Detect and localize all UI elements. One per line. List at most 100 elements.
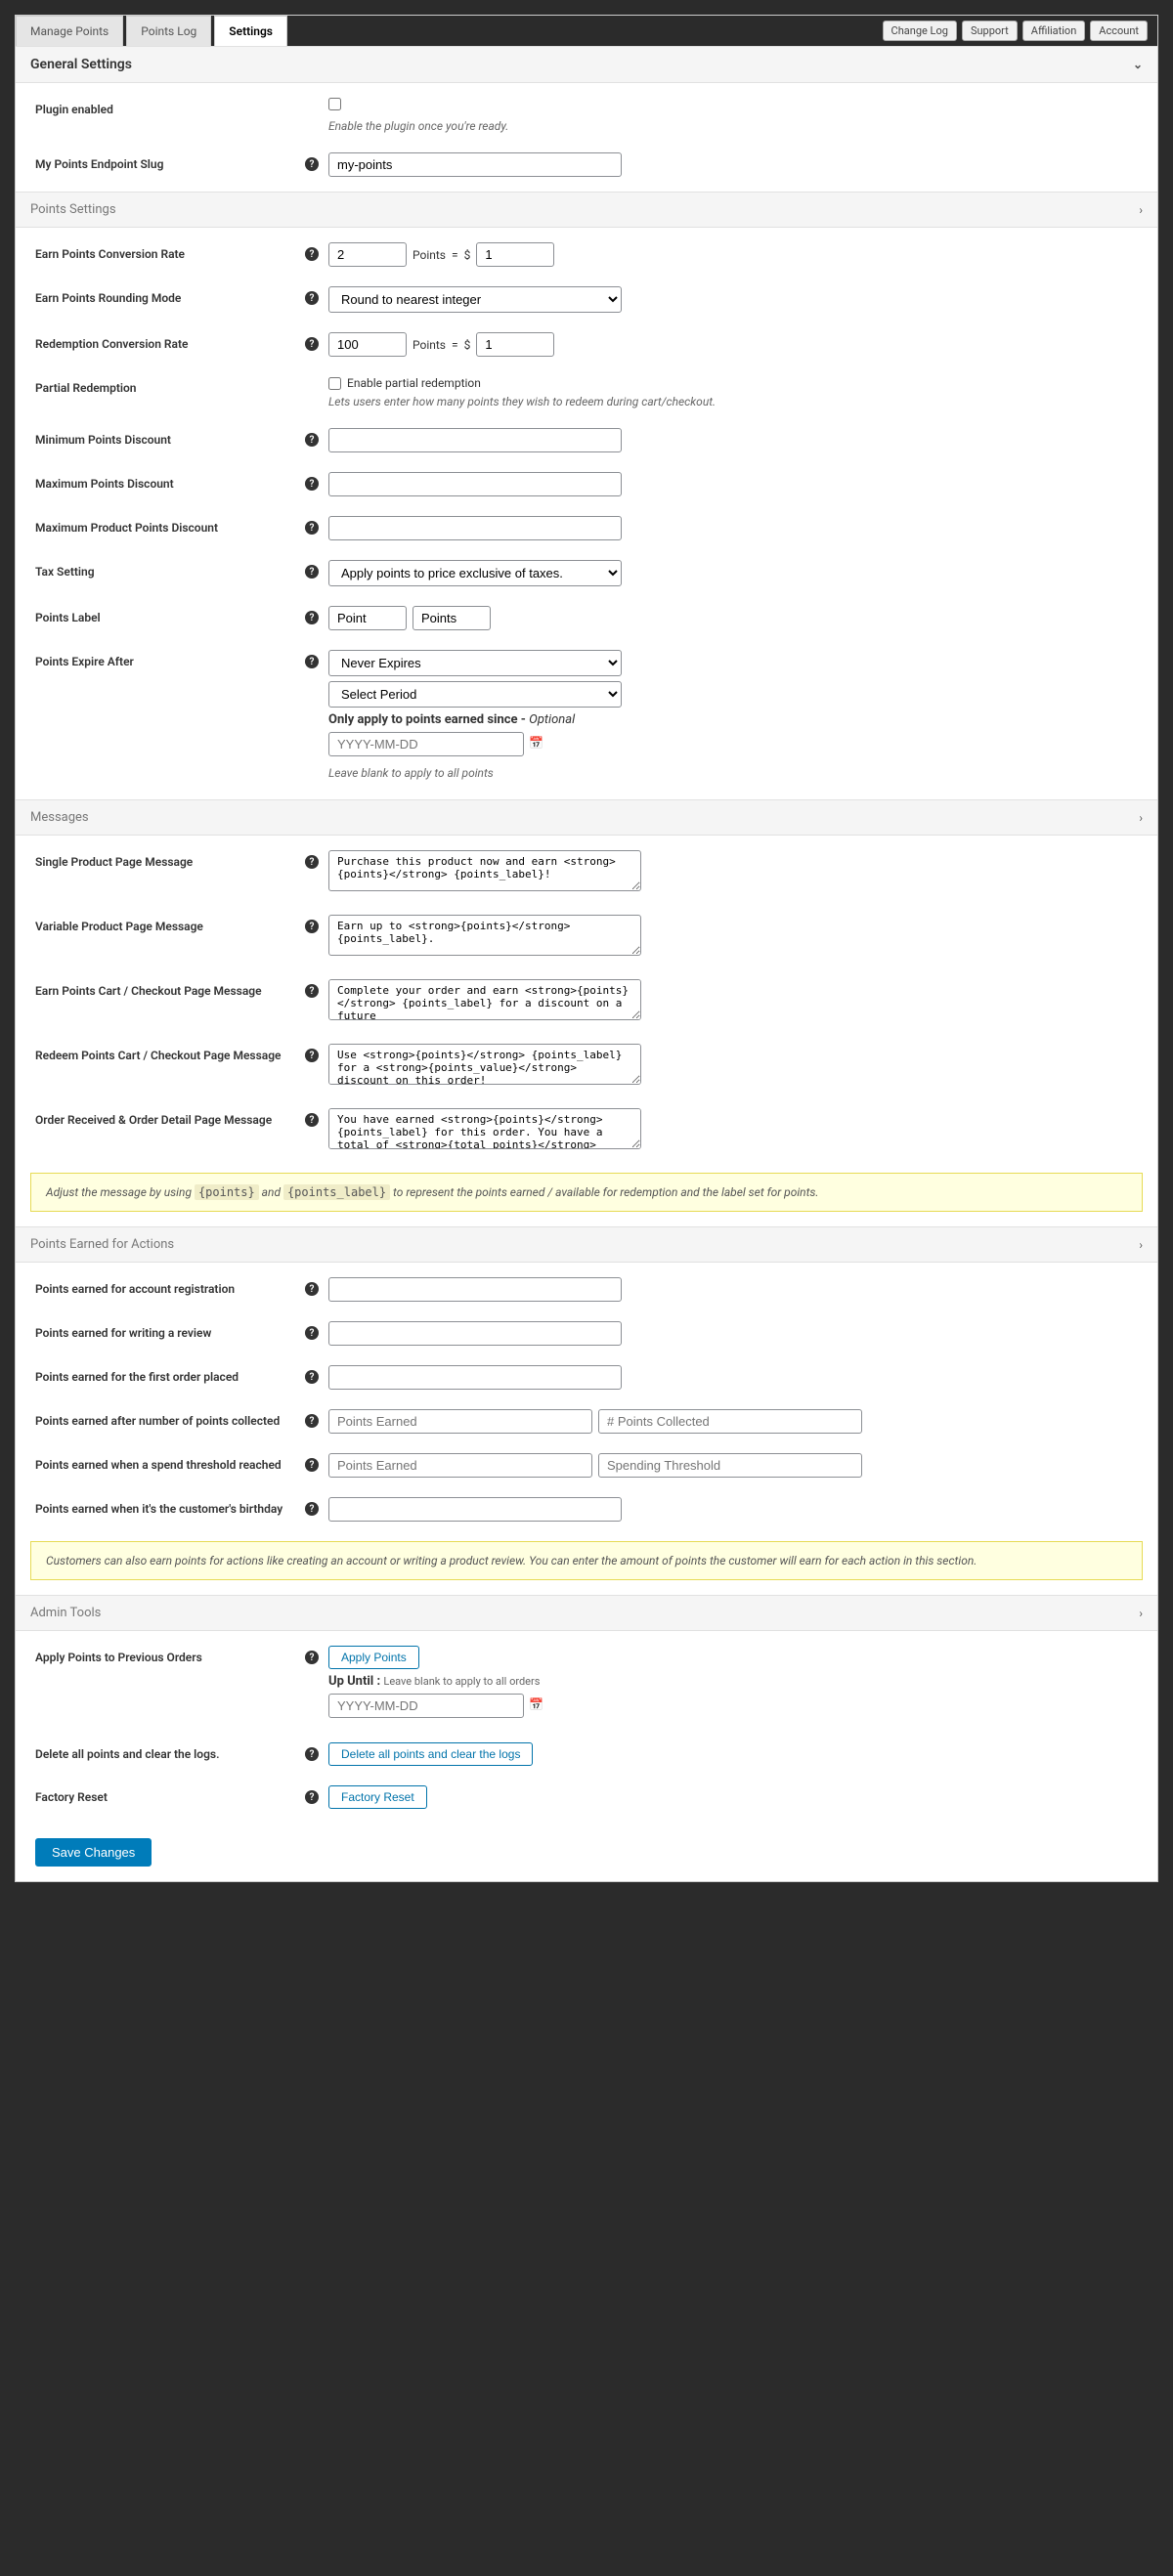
help-icon[interactable]: ? <box>305 337 319 351</box>
label-factory: Factory Reset <box>35 1790 108 1804</box>
help-icon[interactable]: ? <box>305 565 319 579</box>
input-until-date[interactable] <box>328 1694 524 1718</box>
help-icon[interactable]: ? <box>305 1790 319 1804</box>
input-act-first[interactable] <box>328 1365 622 1390</box>
textarea-msg-redeem-cart[interactable]: Use <strong>{points}</strong> {points_la… <box>328 1044 641 1085</box>
section-actions-title: Points Earned for Actions <box>30 1237 174 1252</box>
section-admin[interactable]: Admin Tools › <box>16 1595 1157 1631</box>
input-earn-points[interactable] <box>328 242 407 267</box>
input-act-review[interactable] <box>328 1321 622 1346</box>
textarea-msg-order-recv[interactable]: You have earned <strong>{points}</strong… <box>328 1108 641 1149</box>
link-affiliation[interactable]: Affiliation <box>1022 21 1086 41</box>
input-label-plural[interactable] <box>413 606 491 630</box>
help-icon[interactable]: ? <box>305 1458 319 1472</box>
select-expire-num[interactable]: Never Expires <box>328 650 622 676</box>
label-act-collected: Points earned after number of points col… <box>35 1414 280 1428</box>
help-icon[interactable]: ? <box>305 1747 319 1761</box>
calendar-icon[interactable]: 📅 <box>529 1697 543 1711</box>
checkbox-plugin-enabled[interactable] <box>328 98 341 110</box>
btn-delete-all[interactable]: Delete all points and clear the logs <box>328 1742 533 1766</box>
label-act-bday: Points earned when it's the customer's b… <box>35 1502 282 1516</box>
chevron-down-icon: ⌄ <box>1133 58 1143 71</box>
help-icon[interactable]: ? <box>305 1651 319 1664</box>
section-general-title: General Settings <box>30 57 132 72</box>
help-icon[interactable]: ? <box>305 611 319 624</box>
label-msg-redeem-cart: Redeem Points Cart / Checkout Page Messa… <box>35 1049 282 1062</box>
help-icon[interactable]: ? <box>305 1502 319 1516</box>
input-spend-points[interactable] <box>328 1453 592 1478</box>
label-since: Only apply to points earned since - <box>328 712 529 727</box>
link-account[interactable]: Account <box>1090 21 1148 41</box>
help-icon[interactable]: ? <box>305 1370 319 1384</box>
label-expire: Points Expire After <box>35 655 134 668</box>
select-tax[interactable]: Apply points to price exclusive of taxes… <box>328 560 622 586</box>
label-redeem-rate: Redemption Conversion Rate <box>35 337 188 351</box>
desc-expire-blank: Leave blank to apply to all points <box>328 766 1138 780</box>
section-general[interactable]: General Settings ⌄ <box>16 46 1157 83</box>
label-max-disc: Maximum Points Discount <box>35 477 174 491</box>
checkbox-partial[interactable] <box>328 377 341 390</box>
textarea-msg-earn-cart[interactable]: Complete your order and earn <strong>{po… <box>328 979 641 1020</box>
input-max-disc[interactable] <box>328 472 622 496</box>
help-icon[interactable]: ? <box>305 291 319 305</box>
section-admin-title: Admin Tools <box>30 1606 101 1620</box>
chevron-right-icon: › <box>1139 1607 1143 1620</box>
help-icon[interactable]: ? <box>305 1113 319 1127</box>
label-act-spend: Points earned when a spend threshold rea… <box>35 1458 282 1472</box>
btn-apply-points[interactable]: Apply Points <box>328 1646 419 1669</box>
section-messages-title: Messages <box>30 810 89 825</box>
input-act-bday[interactable] <box>328 1497 622 1522</box>
help-icon[interactable]: ? <box>305 1049 319 1062</box>
textarea-msg-variable[interactable]: Earn up to <strong>{points}</strong> {po… <box>328 915 641 956</box>
label-points-label: Points Label <box>35 611 101 624</box>
help-icon[interactable]: ? <box>305 1282 319 1296</box>
help-icon[interactable]: ? <box>305 920 319 933</box>
help-icon[interactable]: ? <box>305 1326 319 1340</box>
btn-factory-reset[interactable]: Factory Reset <box>328 1785 427 1809</box>
label-act-first: Points earned for the first order placed <box>35 1370 239 1384</box>
help-icon[interactable]: ? <box>305 477 319 491</box>
link-change-log[interactable]: Change Log <box>883 21 957 41</box>
btn-save-changes[interactable]: Save Changes <box>35 1838 152 1867</box>
desc-plugin-enabled: Enable the plugin once you're ready. <box>328 119 1138 133</box>
input-max-prod[interactable] <box>328 516 622 540</box>
label-earn-rate: Earn Points Conversion Rate <box>35 247 185 261</box>
input-earn-value[interactable] <box>476 242 554 267</box>
label-max-prod: Maximum Product Points Discount <box>35 521 218 535</box>
tab-points-log[interactable]: Points Log <box>126 16 211 46</box>
input-redeem-value[interactable] <box>476 332 554 357</box>
help-icon[interactable]: ? <box>305 521 319 535</box>
input-label-singular[interactable] <box>328 606 407 630</box>
input-collected-points[interactable] <box>328 1409 592 1434</box>
tab-settings[interactable]: Settings <box>214 16 287 46</box>
select-rounding[interactable]: Round to nearest integer <box>328 286 622 313</box>
section-actions[interactable]: Points Earned for Actions › <box>16 1226 1157 1263</box>
link-support[interactable]: Support <box>962 21 1018 41</box>
help-icon[interactable]: ? <box>305 655 319 668</box>
desc-partial: Lets users enter how many points they wi… <box>328 395 1138 408</box>
calendar-icon[interactable]: 📅 <box>529 736 543 750</box>
help-icon[interactable]: ? <box>305 984 319 998</box>
help-icon[interactable]: ? <box>305 157 319 171</box>
help-icon[interactable]: ? <box>305 247 319 261</box>
help-icon[interactable]: ? <box>305 855 319 869</box>
tab-manage-points[interactable]: Manage Points <box>16 16 123 46</box>
label-min-disc: Minimum Points Discount <box>35 433 171 447</box>
textarea-msg-single[interactable]: Purchase this product now and earn <stro… <box>328 850 641 891</box>
input-min-disc[interactable] <box>328 428 622 452</box>
input-act-reg[interactable] <box>328 1277 622 1302</box>
label-msg-variable: Variable Product Page Message <box>35 920 203 933</box>
help-icon[interactable]: ? <box>305 433 319 447</box>
label-rounding: Earn Points Rounding Mode <box>35 291 181 305</box>
actions-note: Customers can also earn points for actio… <box>30 1541 1143 1580</box>
help-icon[interactable]: ? <box>305 1414 319 1428</box>
input-slug[interactable] <box>328 152 622 177</box>
input-spend-threshold[interactable] <box>598 1453 862 1478</box>
input-collected-threshold[interactable] <box>598 1409 862 1434</box>
section-messages[interactable]: Messages › <box>16 799 1157 836</box>
input-since-date[interactable] <box>328 732 524 756</box>
select-expire-period[interactable]: Select Period <box>328 681 622 708</box>
chevron-right-icon: › <box>1139 1238 1143 1252</box>
section-points[interactable]: Points Settings › <box>16 192 1157 228</box>
input-redeem-points[interactable] <box>328 332 407 357</box>
